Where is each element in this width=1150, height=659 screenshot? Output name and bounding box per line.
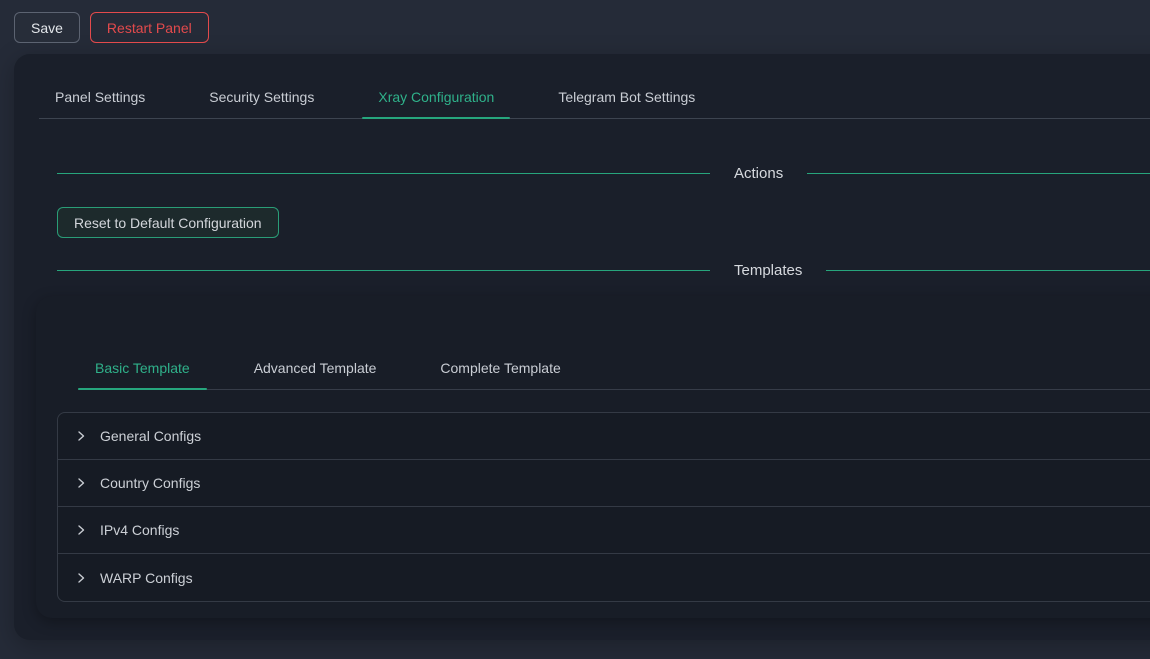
tab-telegram-bot-settings[interactable]: Telegram Bot Settings xyxy=(542,78,711,118)
actions-divider-label: Actions xyxy=(710,165,807,182)
collapse-header-warp-configs[interactable]: WARP Configs xyxy=(58,554,1150,601)
tab-advanced-template[interactable]: Advanced Template xyxy=(237,349,394,389)
configs-collapse: General Configs Country Configs IPv4 Con… xyxy=(57,412,1150,602)
caret-right-icon xyxy=(75,572,87,584)
tab-panel-settings[interactable]: Panel Settings xyxy=(39,78,161,118)
collapse-header-country-configs[interactable]: Country Configs xyxy=(58,460,1150,507)
collapse-label: IPv4 Configs xyxy=(100,522,179,538)
divider-line xyxy=(57,173,710,174)
reset-default-configuration-button[interactable]: Reset to Default Configuration xyxy=(57,207,279,238)
templates-divider-label: Templates xyxy=(710,262,826,279)
collapse-header-ipv4-configs[interactable]: IPv4 Configs xyxy=(58,507,1150,554)
divider-line xyxy=(807,173,1150,174)
caret-right-icon xyxy=(75,430,87,442)
caret-right-icon xyxy=(75,524,87,536)
caret-right-icon xyxy=(75,477,87,489)
template-tabs: Basic Template Advanced Template Complet… xyxy=(78,349,1150,390)
topbar: Save Restart Panel xyxy=(0,0,1150,54)
save-button[interactable]: Save xyxy=(14,12,80,43)
xray-configuration-panel: Actions Reset to Default Configuration T… xyxy=(57,162,1150,281)
tab-xray-configuration[interactable]: Xray Configuration xyxy=(362,78,510,118)
collapse-label: Country Configs xyxy=(100,475,200,491)
templates-card: Basic Template Advanced Template Complet… xyxy=(36,296,1150,618)
templates-divider: Templates xyxy=(57,259,1150,281)
settings-tabs: Panel Settings Security Settings Xray Co… xyxy=(39,78,1150,119)
divider-line xyxy=(826,270,1150,271)
divider-line xyxy=(57,270,710,271)
collapse-header-general-configs[interactable]: General Configs xyxy=(58,413,1150,460)
tab-security-settings[interactable]: Security Settings xyxy=(193,78,330,118)
restart-panel-button[interactable]: Restart Panel xyxy=(90,12,209,43)
tab-basic-template[interactable]: Basic Template xyxy=(78,349,207,389)
tab-complete-template[interactable]: Complete Template xyxy=(423,349,577,389)
collapse-label: WARP Configs xyxy=(100,570,193,586)
settings-card: Panel Settings Security Settings Xray Co… xyxy=(14,54,1150,640)
actions-divider: Actions xyxy=(57,162,1150,184)
collapse-label: General Configs xyxy=(100,428,201,444)
